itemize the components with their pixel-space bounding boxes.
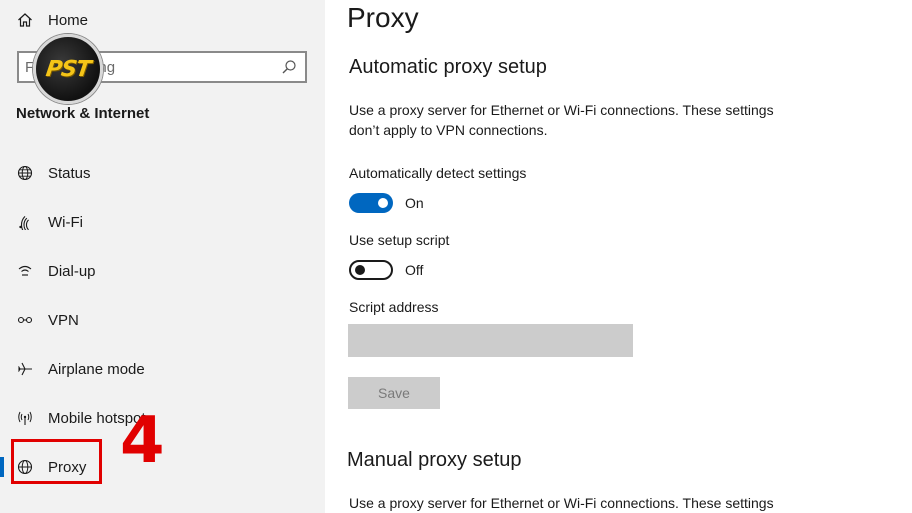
automatic-proxy-heading: Automatic proxy setup: [349, 56, 547, 78]
vpn-icon: [16, 311, 34, 329]
home-label: Home: [48, 11, 89, 29]
script-address-label: Script address: [349, 299, 439, 315]
setup-script-label: Use setup script: [349, 232, 450, 248]
manual-proxy-heading: Manual proxy setup: [347, 449, 522, 471]
sidebar-item-label: VPN: [48, 311, 79, 329]
step-number: 4: [120, 404, 165, 478]
toggle-knob: [378, 198, 388, 208]
sidebar-item-label: Dial-up: [48, 262, 96, 280]
main-content: Proxy Automatic proxy setup Use a proxy …: [325, 0, 912, 513]
auto-detect-label: Automatically detect settings: [349, 165, 527, 181]
selection-indicator: [0, 457, 4, 477]
sidebar-item-dialup[interactable]: Dial-up: [0, 250, 325, 292]
dialup-icon: [16, 262, 34, 280]
home-link[interactable]: Home: [16, 9, 88, 31]
setup-script-toggle[interactable]: [349, 260, 393, 280]
home-icon: [16, 11, 34, 29]
sidebar-item-status[interactable]: Status: [0, 152, 325, 194]
globe-network-icon: [16, 164, 34, 182]
logo-text: PST: [44, 56, 92, 82]
setup-script-state: Off: [405, 262, 424, 278]
section-title: Network & Internet: [16, 105, 150, 122]
sidebar-item-label: Airplane mode: [48, 360, 145, 378]
sidebar-item-vpn[interactable]: VPN: [0, 299, 325, 341]
wifi-icon: [16, 213, 34, 231]
airplane-icon: [16, 360, 34, 378]
sidebar-item-airplane[interactable]: Airplane mode: [0, 348, 325, 390]
manual-proxy-description: Use a proxy server for Ethernet or Wi-Fi…: [349, 495, 774, 511]
globe-icon: [16, 458, 34, 476]
auto-detect-state: On: [405, 195, 424, 211]
pst-logo: PST: [33, 34, 103, 104]
page-title: Proxy: [347, 2, 419, 33]
sidebar-item-label: Status: [48, 164, 91, 182]
sidebar: Home PST Network & Internet Status Wi-Fi: [0, 0, 325, 513]
search-icon[interactable]: [281, 59, 297, 75]
sidebar-item-wifi[interactable]: Wi-Fi: [0, 201, 325, 243]
sidebar-item-label: Proxy: [48, 458, 87, 476]
auto-detect-toggle[interactable]: [349, 193, 393, 213]
hotspot-icon: [16, 409, 34, 427]
save-button[interactable]: Save: [348, 377, 440, 409]
toggle-knob: [355, 265, 365, 275]
automatic-proxy-description: Use a proxy server for Ethernet or Wi-Fi…: [349, 102, 774, 138]
sidebar-item-label: Wi-Fi: [48, 213, 83, 231]
script-address-input[interactable]: [348, 324, 633, 357]
